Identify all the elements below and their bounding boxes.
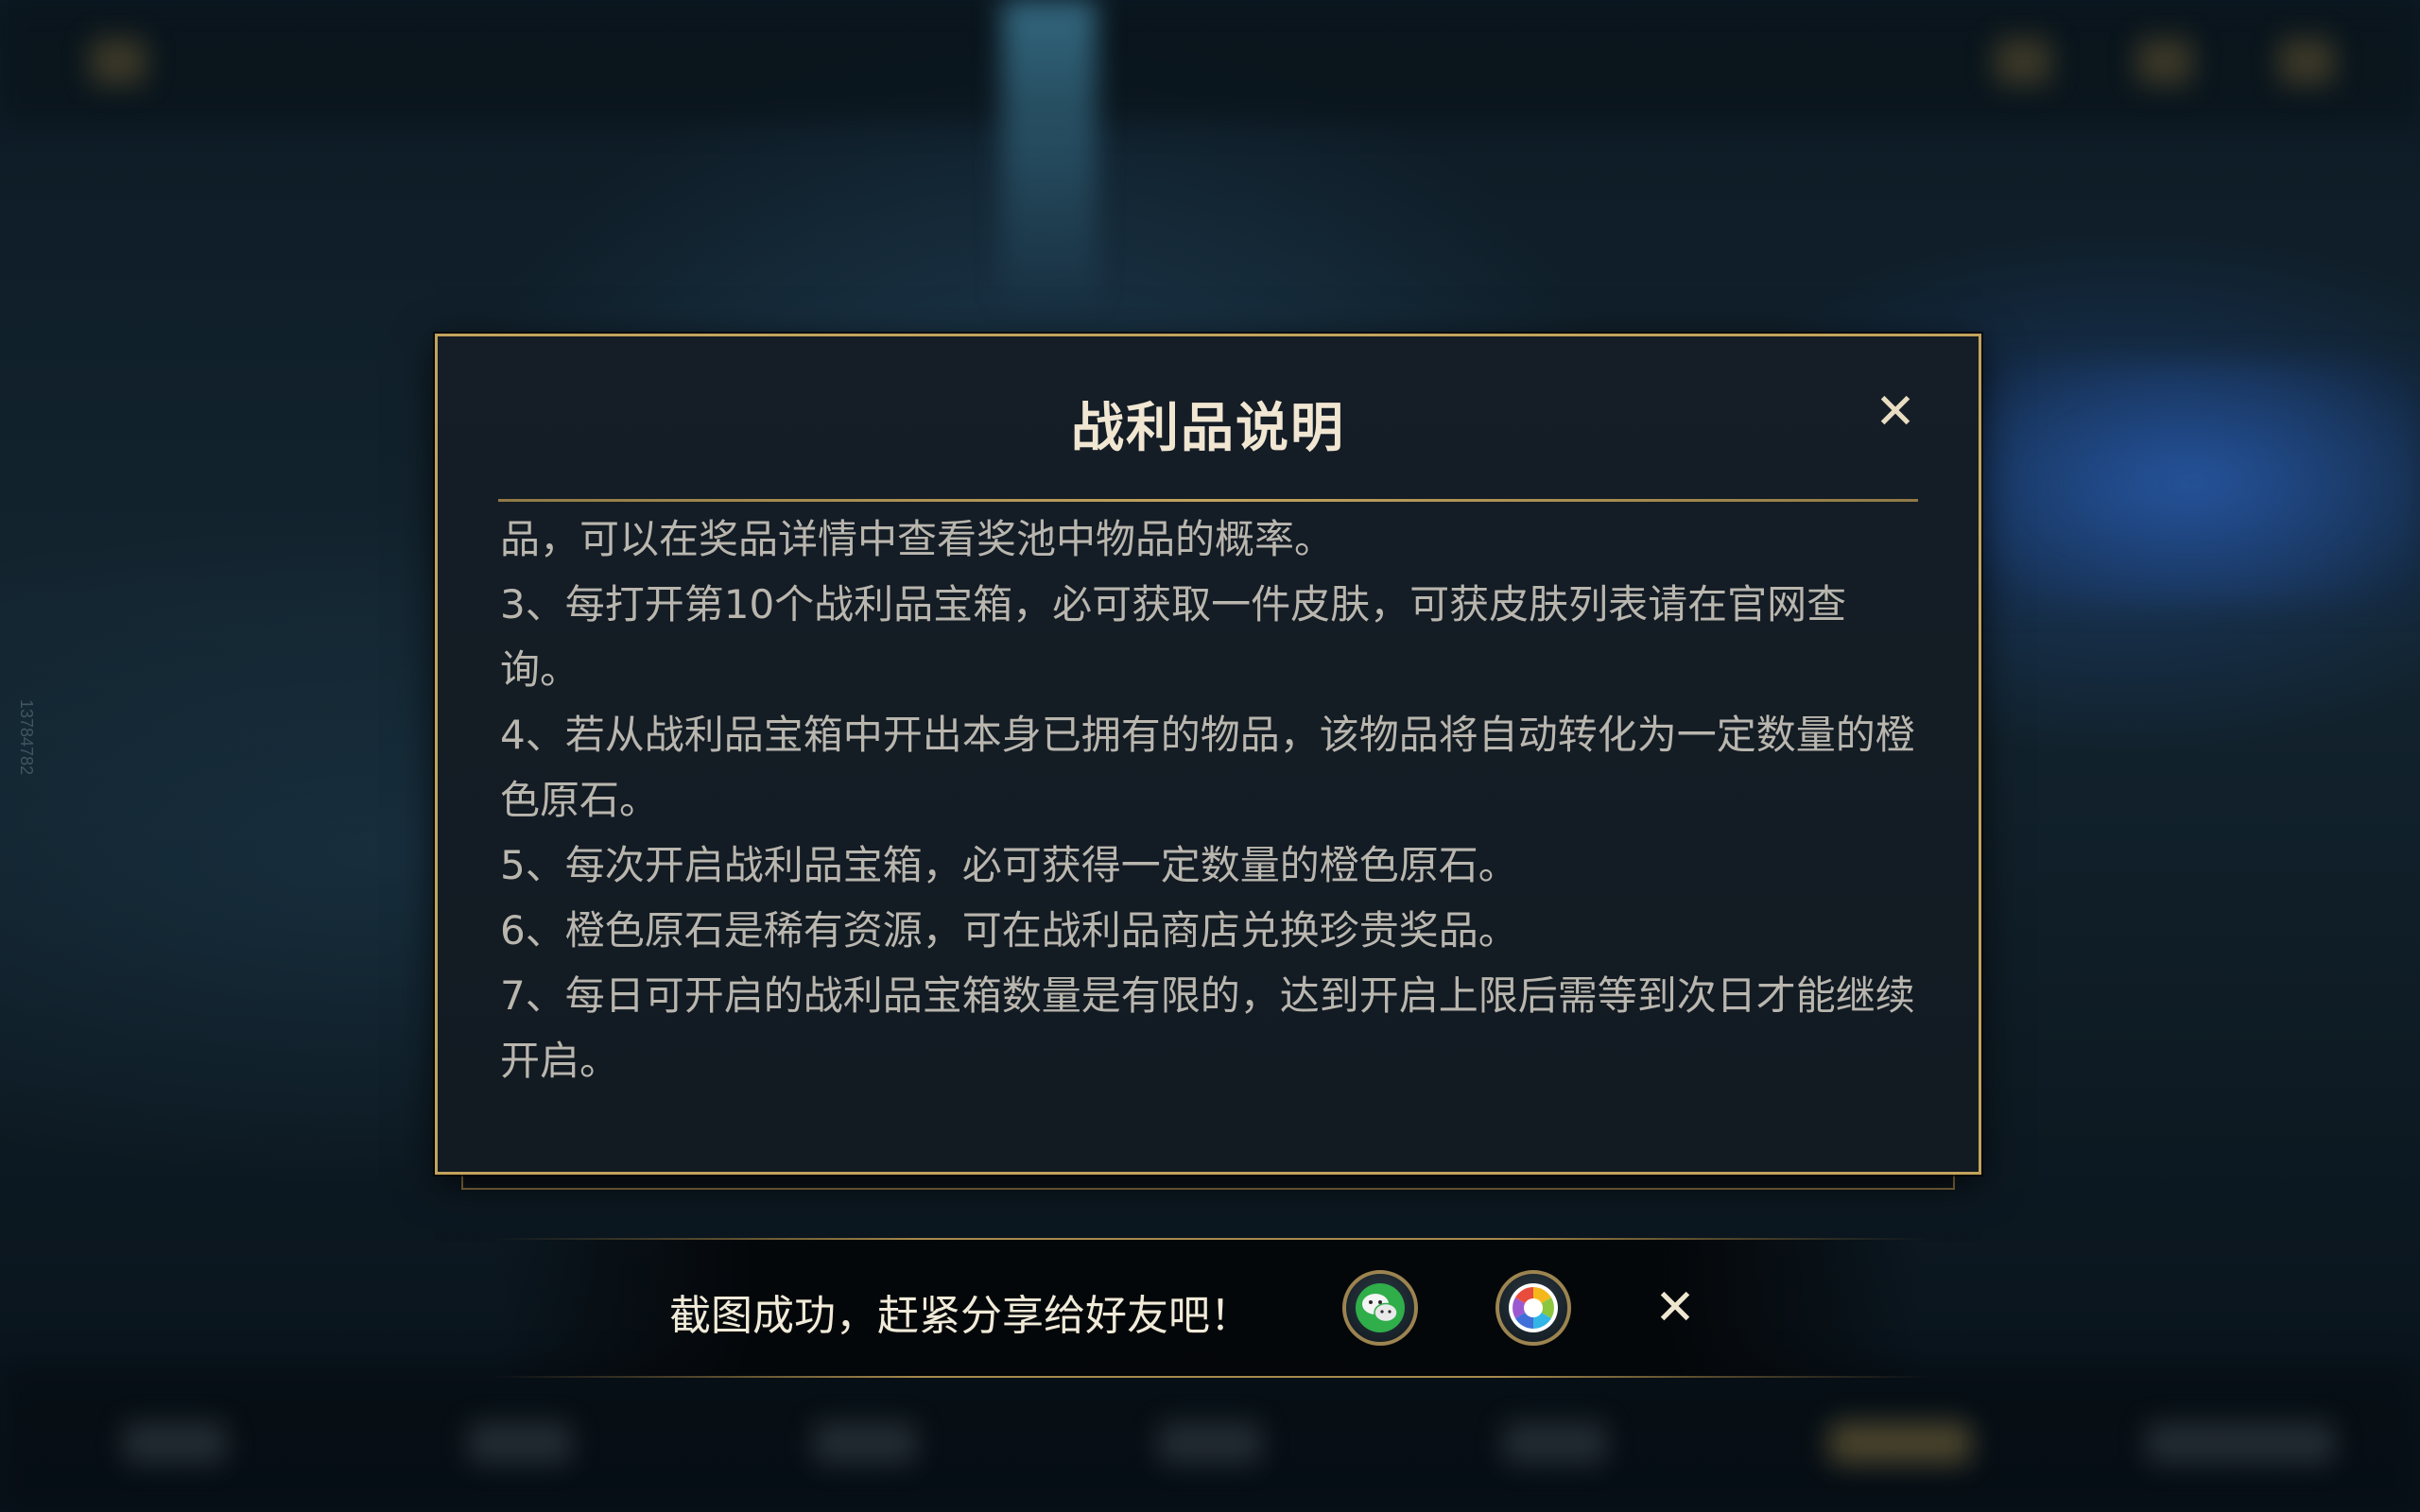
blurred-background-pillar: [1002, 0, 1097, 302]
moments-icon: [1509, 1283, 1558, 1332]
dialog-base-trim: [461, 1175, 1955, 1190]
blurred-avatar: [90, 38, 147, 85]
rule-line: 4、若从战利品宝箱中开出本身已拥有的物品，该物品将自动转化为一定数量的橙色原石。: [500, 712, 1915, 823]
blurred-top-icon: [2136, 38, 2193, 85]
loot-info-dialog: 战利品说明 ✕ 品，可以在奖品详情中查看奖池中物品的概率。 3、每打开第10个战…: [435, 334, 1981, 1175]
rule-line: 3、每打开第10个战利品宝箱，必可获取一件皮肤，可获皮肤列表请在官网查询。: [500, 581, 1847, 693]
title-divider: [498, 499, 1918, 502]
close-icon[interactable]: ✕: [1873, 387, 1918, 437]
blurred-top-icon: [2278, 38, 2335, 85]
share-message: 截图成功，赶紧分享给好友吧！: [669, 1292, 1252, 1340]
screenshot-share-bar: 截图成功，赶紧分享给好友吧！ ✕: [492, 1238, 1928, 1378]
dialog-body-scroll[interactable]: 品，可以在奖品详情中查看奖池中物品的概率。 3、每打开第10个战利品宝箱，必可获…: [500, 507, 1920, 1115]
rule-line: 7、每日可开启的战利品宝箱数量是有限的，达到开启上限后需等到次日才能继续开启。: [500, 972, 1915, 1084]
rule-line: 品，可以在奖品详情中查看奖池中物品的概率。: [500, 516, 1335, 562]
blurred-nav-item: [2146, 1422, 2335, 1464]
blurred-nav-item: [1503, 1422, 1607, 1464]
rule-line: 6、橙色原石是稀有资源，可在战利品商店兑换珍贵奖品。: [500, 907, 1518, 954]
blurred-nav-item-active: [1829, 1422, 1971, 1464]
close-icon[interactable]: ✕: [1647, 1280, 1703, 1336]
blurred-nav-item: [123, 1422, 227, 1464]
blurred-nav-item: [813, 1422, 917, 1464]
blurred-nav-item: [1158, 1422, 1262, 1464]
blurred-nav-item: [468, 1422, 572, 1464]
blurred-top-bar: [0, 0, 2420, 123]
rule-line: 5、每次开启战利品宝箱，必可获得一定数量的橙色原石。: [500, 842, 1518, 888]
dialog-title: 战利品说明: [1071, 398, 1345, 459]
moments-share-button[interactable]: [1495, 1270, 1571, 1346]
wechat-share-button[interactable]: [1342, 1270, 1418, 1346]
blurred-top-icon: [1995, 38, 2051, 85]
wechat-icon: [1356, 1283, 1405, 1332]
side-id-watermark: 13784782: [17, 699, 36, 776]
blurred-background-glow: [1966, 359, 2420, 605]
